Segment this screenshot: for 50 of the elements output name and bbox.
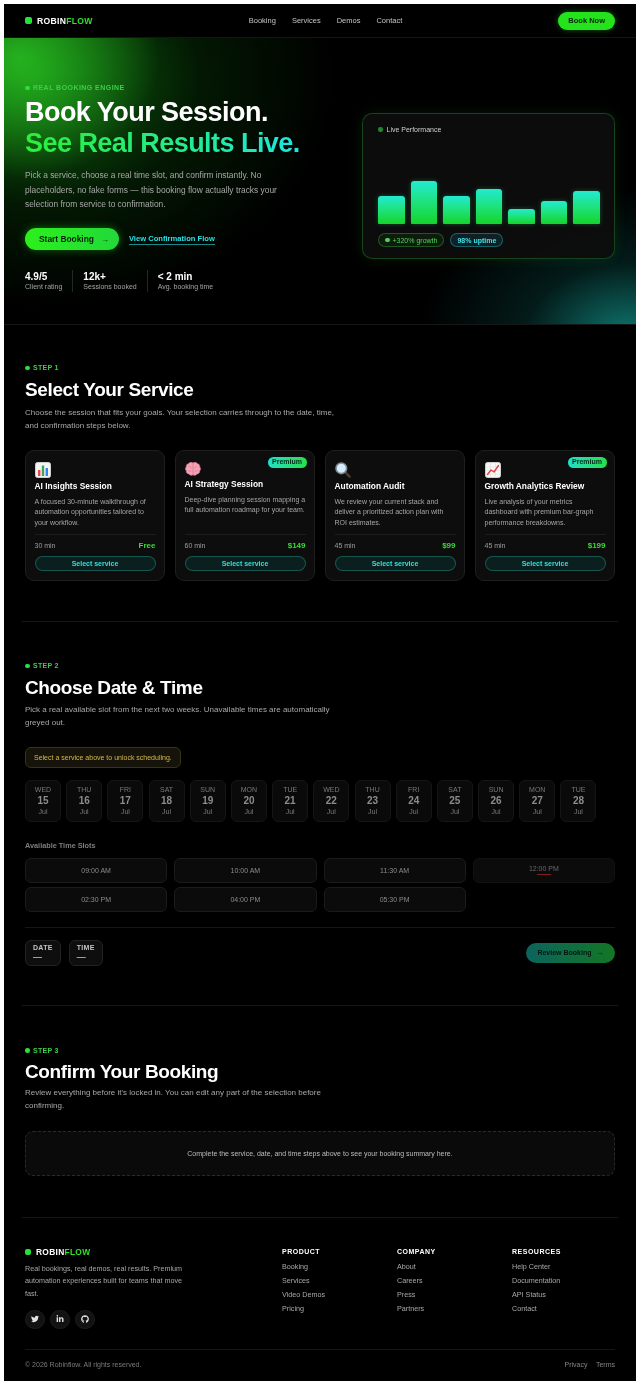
service-title: AI Strategy Session (184, 479, 264, 490)
rising-chart-icon (484, 462, 501, 478)
bird-icon (30, 1315, 39, 1324)
section-description: Choose the session that fits your goals. Your selection carries through to the date, time, and confirmation steps below. (25, 406, 336, 432)
stat-value: < 2 min (157, 271, 194, 282)
price-label: $199 (587, 539, 606, 551)
chip-value: — (33, 952, 42, 962)
service-title: AI Insights Session (34, 481, 112, 492)
brand-logo: ROBINFLOW (37, 14, 93, 27)
hero-title: Book Your Session. (25, 96, 268, 128)
github-icon (80, 1315, 89, 1324)
logo-icon (25, 17, 32, 24)
dot-icon (25, 85, 30, 91)
section-title: Choose Date & Time (25, 676, 204, 699)
brain-icon (184, 462, 201, 476)
service-title: Automation Audit (334, 481, 405, 492)
section-title: Confirm Your Booking (25, 1060, 220, 1083)
chip-value: — (76, 952, 86, 962)
start-booking-button[interactable]: Start Booking → (25, 228, 119, 250)
hero-description: Pick a service, choose a real time slot, and confirm instantly. No placeholders, no fake forms — this booking flow actually tracks your selection from service to confirmation. (25, 169, 278, 211)
chart-bar (378, 196, 405, 224)
status-dot-icon (378, 127, 383, 132)
social-link[interactable] (25, 1309, 45, 1329)
section-description: Pick a real available slot from the next two weeks. Unavailable times are automatically greyed out. (25, 703, 331, 729)
dash-icon (536, 873, 551, 876)
magnifier-icon (334, 462, 351, 478)
dot-icon (25, 365, 30, 371)
social-link[interactable] (75, 1309, 95, 1329)
chart-bar (475, 189, 503, 224)
stat-value: 12k+ (83, 271, 107, 282)
section-title: Select Your Service (25, 377, 195, 401)
price-label: $99 (442, 539, 456, 551)
dot-icon (25, 663, 30, 669)
service-title: Growth Analytics Review (484, 481, 585, 492)
dot-icon (25, 1048, 30, 1053)
brand-logo: ROBINFLOW (36, 1245, 91, 1258)
linkedin-icon (55, 1315, 64, 1324)
price-label: $149 (287, 539, 306, 551)
chart-bar (410, 181, 438, 224)
bar-chart-icon (34, 462, 51, 478)
chart-bar (508, 209, 535, 224)
chart-bar (540, 201, 568, 224)
dot-icon (385, 237, 390, 243)
price-label: Free (138, 539, 156, 551)
stat-value: 4.9/5 (25, 271, 49, 282)
chart-bar (443, 196, 470, 224)
section-description: Review everything before it's locked in. You can edit any part of the selection before confirming. (25, 1087, 322, 1112)
chart-bar (573, 191, 601, 224)
logo-icon (25, 1248, 31, 1255)
social-link[interactable] (50, 1309, 70, 1329)
